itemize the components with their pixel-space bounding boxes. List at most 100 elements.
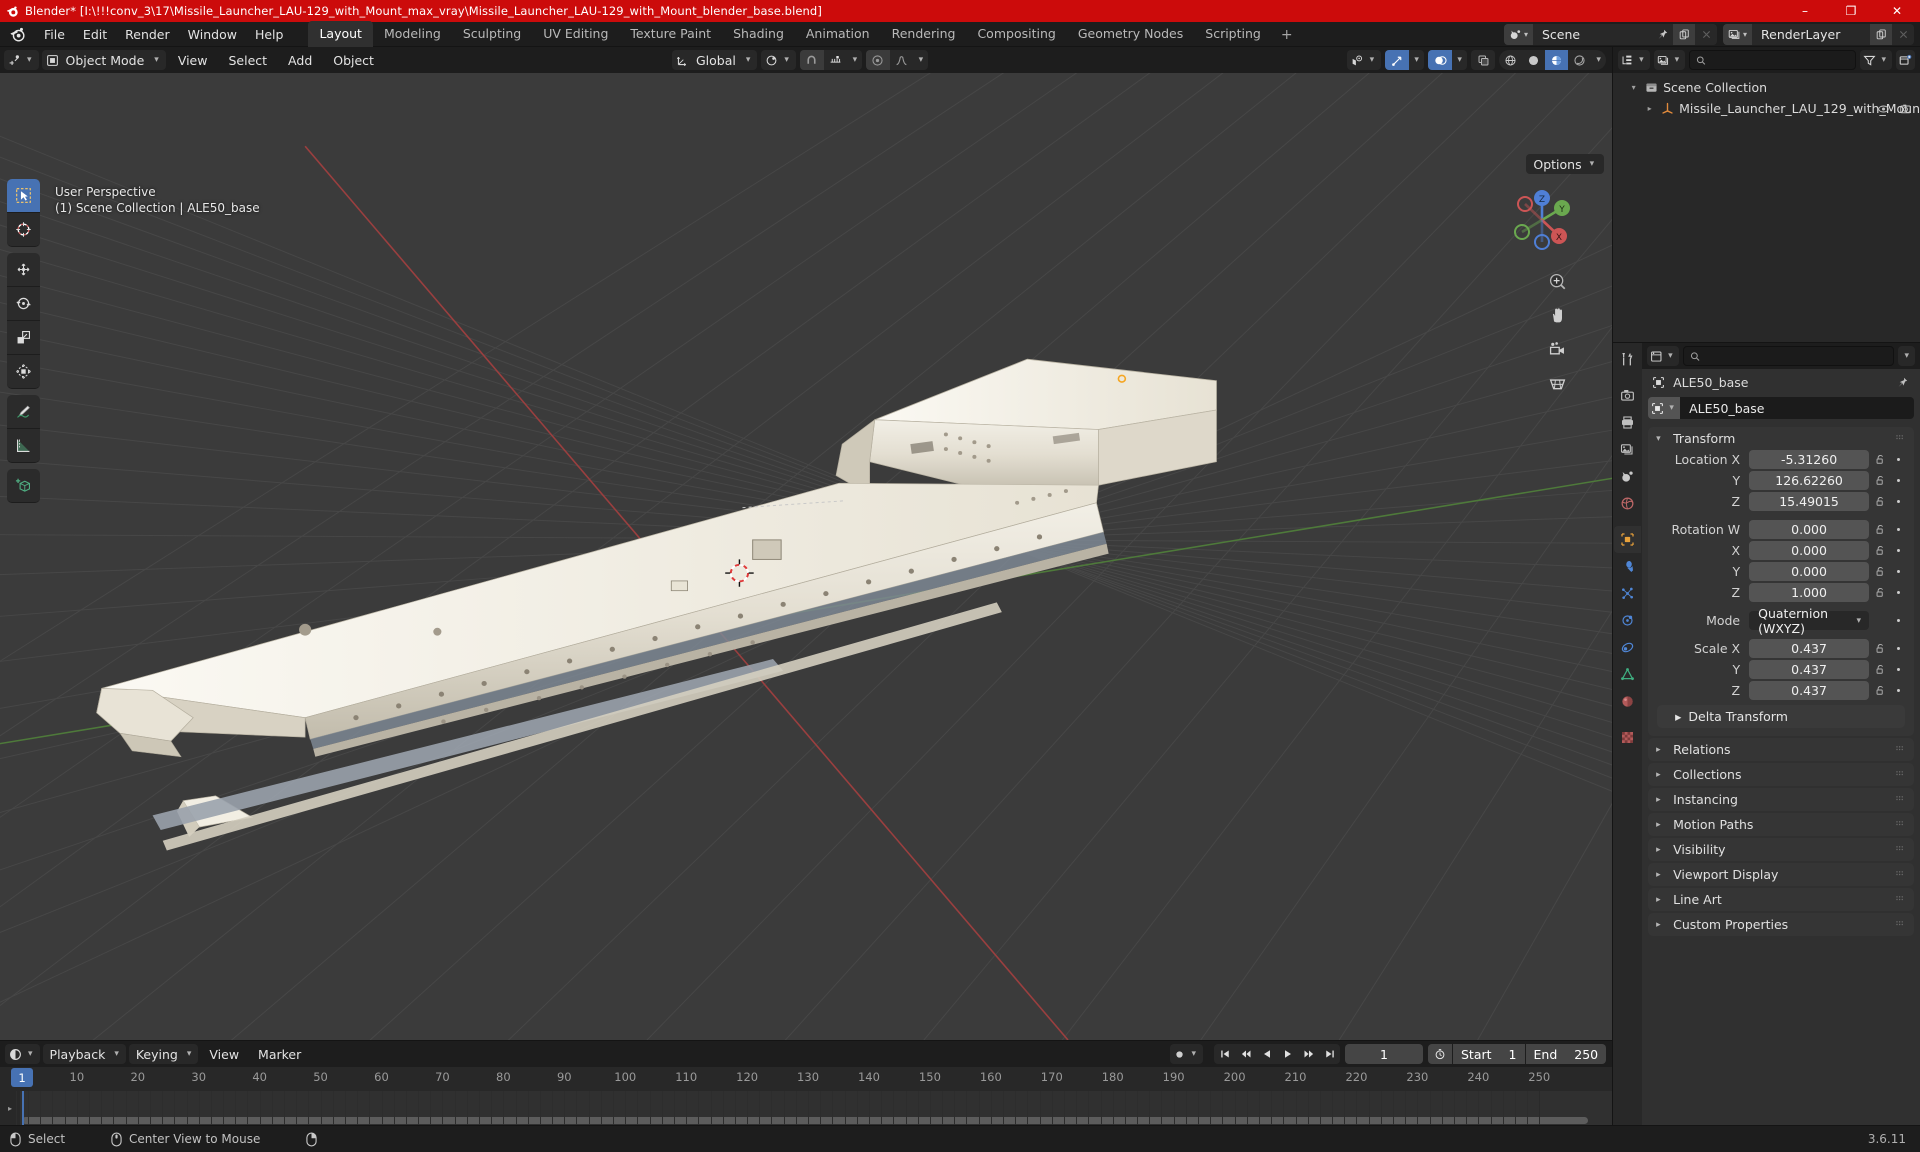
animate-dot-icon[interactable] [1891, 498, 1905, 505]
field-value[interactable]: 0.000 [1749, 562, 1869, 581]
tab-rendering[interactable]: Rendering [881, 21, 967, 47]
falloff-curve-icon[interactable] [890, 50, 914, 70]
panel-viewport-display-header[interactable]: ▸ Viewport Display [1648, 863, 1914, 886]
maximize-button[interactable]: ❐ [1828, 0, 1874, 22]
panel-line-art[interactable]: ▸ Line Art [1648, 888, 1914, 911]
new-viewlayer-button[interactable] [1870, 24, 1892, 45]
tab-scene-properties[interactable] [1614, 463, 1641, 490]
material-preview-shading-icon[interactable] [1545, 50, 1569, 70]
lock-icon[interactable] [1869, 643, 1891, 654]
panel-transform-header[interactable]: ▾ Transform [1648, 427, 1914, 450]
transform-orientation-selector[interactable]: Global ▾ [672, 50, 758, 70]
tab-constraint-properties[interactable] [1614, 634, 1641, 661]
overlays-icon[interactable] [1428, 50, 1453, 70]
field-value[interactable]: 0.000 [1749, 541, 1869, 560]
panel-motion-paths[interactable]: ▸ Motion Paths [1648, 813, 1914, 836]
start-frame-field[interactable]: Start 1 [1453, 1044, 1525, 1064]
panel-collections[interactable]: ▸ Collections [1648, 763, 1914, 786]
wireframe-shading-icon[interactable] [1499, 50, 1522, 70]
animate-dot-icon[interactable] [1891, 526, 1905, 533]
timeline-menu-marker[interactable]: Marker [250, 1044, 309, 1065]
panel-delta-transform-header[interactable]: ▸ Delta Transform [1657, 705, 1905, 728]
zoom-view-icon[interactable] [1544, 268, 1570, 294]
timeline-menu-playback[interactable]: Playback ▾ [42, 1044, 126, 1064]
tab-texture-properties[interactable] [1614, 724, 1641, 751]
field-value[interactable]: 0.437 [1749, 639, 1869, 658]
menu-file[interactable]: File [35, 24, 74, 45]
object-mode-selector[interactable]: Object Mode ▾ [41, 50, 166, 70]
play-button[interactable] [1277, 1044, 1298, 1064]
animate-dot-icon[interactable] [1891, 589, 1905, 596]
pivot-point-selector[interactable]: ▾ [761, 50, 796, 70]
tab-animation[interactable]: Animation [795, 21, 881, 47]
field-value[interactable]: 0.437 [1749, 681, 1869, 700]
animate-dot-icon[interactable] [1891, 645, 1905, 652]
current-frame-field[interactable]: 1 [1345, 1044, 1423, 1064]
animate-dot-icon[interactable] [1891, 568, 1905, 575]
lock-icon[interactable] [1869, 454, 1891, 465]
animate-dot-icon[interactable] [1891, 547, 1905, 554]
tab-tool-properties[interactable] [1614, 346, 1641, 373]
outliner-row-scene-collection[interactable]: ▾ Scene Collection [1613, 77, 1920, 98]
visibility-selector[interactable]: ▾ [1346, 50, 1382, 70]
shading-chevron-icon[interactable]: ▾ [1591, 50, 1606, 70]
tab-output-properties[interactable] [1614, 409, 1641, 436]
viewport-menu-view[interactable]: View [169, 50, 217, 71]
gizmo-chevron-icon[interactable]: ▾ [1409, 50, 1424, 70]
viewport-options-button[interactable]: Options ▾ [1526, 154, 1605, 174]
tool-scale[interactable] [7, 321, 40, 355]
tab-layout[interactable]: Layout [308, 20, 373, 47]
tool-rotate[interactable] [7, 287, 40, 321]
panel-delta-transform[interactable]: ▸ Delta Transform [1657, 705, 1905, 728]
tab-modifier-properties[interactable] [1614, 553, 1641, 580]
remove-viewlayer-button[interactable] [1892, 24, 1914, 45]
panel-viewport-display[interactable]: ▸ Viewport Display [1648, 863, 1914, 886]
timeline-menu-keying[interactable]: Keying ▾ [128, 1044, 199, 1064]
lock-icon[interactable] [1869, 496, 1891, 507]
field-value[interactable]: 15.49015 [1749, 492, 1869, 511]
timeline-playhead[interactable] [22, 1091, 24, 1125]
expand-chevron-icon[interactable]: ▾ [1627, 83, 1640, 92]
panel-relations-header[interactable]: ▸ Relations [1648, 738, 1914, 761]
blender-menu-icon[interactable] [9, 26, 26, 43]
tab-shading[interactable]: Shading [722, 21, 795, 47]
viewport-menu-add[interactable]: Add [279, 50, 321, 71]
animate-dot-icon[interactable] [1891, 477, 1905, 484]
tool-add-cube[interactable] [7, 469, 40, 503]
lock-icon[interactable] [1869, 524, 1891, 535]
properties-content[interactable]: ALE50_base ▾ ALE50_base ▾ Transform Loca… [1642, 369, 1920, 1125]
unlink-scene-button[interactable] [1695, 24, 1717, 45]
close-button[interactable]: ✕ [1874, 0, 1920, 22]
viewport-menu-object[interactable]: Object [324, 50, 383, 71]
viewlayer-datablock[interactable]: ▾ RenderLayer [1723, 24, 1914, 45]
tab-material-properties[interactable] [1614, 688, 1641, 715]
snap-mode-icon[interactable] [824, 50, 848, 70]
timeline-editor-type[interactable]: ▾ [5, 1044, 40, 1064]
hide-in-viewport-icon[interactable] [1877, 103, 1890, 115]
toggle-orthographic-icon[interactable] [1544, 370, 1570, 396]
animate-dot-icon[interactable] [1891, 666, 1905, 673]
menu-help[interactable]: Help [246, 24, 293, 45]
outliner-row-object[interactable]: ▸ Missile_Launcher_LAU_129_with_Moun [1613, 98, 1920, 119]
rotation-mode-dropdown[interactable]: Quaternion (WXYZ) ▾ [1749, 606, 1869, 636]
lock-icon[interactable] [1869, 545, 1891, 556]
properties-search-input[interactable] [1704, 349, 1888, 363]
tab-uv-editing[interactable]: UV Editing [532, 21, 619, 47]
tab-particle-properties[interactable] [1614, 580, 1641, 607]
panel-custom-properties[interactable]: ▸ Custom Properties [1648, 913, 1914, 936]
outliner-filter-button[interactable]: ▾ [1860, 50, 1892, 70]
timeline-ruler[interactable]: 10 20 30 40 50 60 70 80 90 100 110 120 130 140 150 160 1… [0, 1067, 1613, 1091]
tab-render-properties[interactable] [1614, 382, 1641, 409]
falloff-chevron-icon[interactable]: ▾ [914, 50, 928, 70]
outliner-tree[interactable]: ▾ Scene Collection ▸ Missile_Launcher_LA… [1613, 73, 1920, 342]
tool-measure[interactable] [7, 429, 40, 463]
navigation-gizmo[interactable]: Z Y X [1500, 178, 1584, 262]
tool-annotate[interactable] [7, 395, 40, 429]
3d-viewport[interactable]: User Perspective (1) Scene Collection | … [0, 73, 1613, 1040]
lock-icon[interactable] [1869, 587, 1891, 598]
play-reverse-button[interactable] [1256, 1044, 1277, 1064]
collapse-chevron-icon[interactable]: ▸ [1643, 104, 1656, 113]
tab-compositing[interactable]: Compositing [966, 21, 1066, 47]
tab-physics-properties[interactable] [1614, 607, 1641, 634]
menu-render[interactable]: Render [116, 24, 179, 45]
